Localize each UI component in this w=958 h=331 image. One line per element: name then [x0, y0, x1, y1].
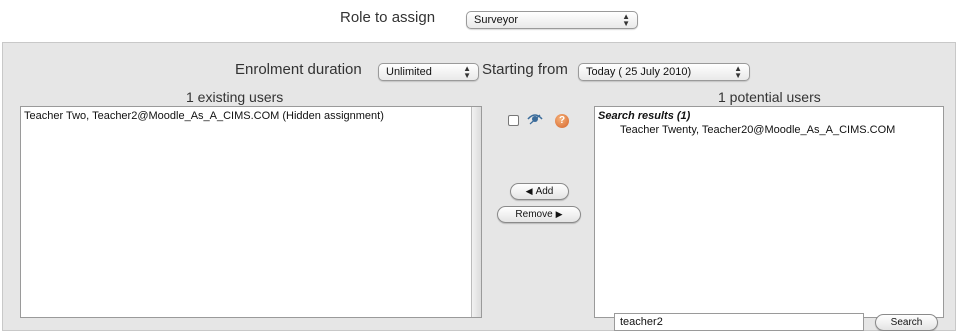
search-button-label: Search [890, 317, 923, 328]
potential-users-list[interactable]: Search results (1) Teacher Twenty, Teach… [594, 106, 944, 318]
updown-arrows-icon: ▲ ▼ [463, 64, 471, 80]
add-button-label: Add [535, 186, 554, 197]
search-input[interactable]: teacher2 [614, 313, 864, 331]
help-icon[interactable]: ? [555, 114, 569, 128]
enrolment-duration-label: Enrolment duration [235, 61, 362, 78]
search-results-group-label: Search results (1) [598, 110, 691, 122]
hidden-assignment-checkbox[interactable] [508, 115, 519, 126]
list-item[interactable]: Teacher Twenty, Teacher20@Moodle_As_A_CI… [620, 124, 895, 136]
starting-from-select[interactable]: Today ( 25 July 2010) ▲ ▼ [578, 63, 750, 81]
role-select-value: Surveyor [474, 14, 519, 26]
add-button[interactable]: ◀ Add [510, 183, 569, 200]
existing-users-list[interactable]: Teacher Two, Teacher2@Moodle_As_A_CIMS.C… [20, 106, 482, 318]
right-arrow-icon: ▶ [555, 209, 563, 219]
search-button[interactable]: Search [875, 314, 938, 331]
updown-arrows-icon: ▲ ▼ [734, 64, 742, 80]
search-input-value: teacher2 [620, 316, 663, 328]
role-label: Role to assign [340, 9, 436, 26]
left-arrow-icon: ◀ [525, 186, 533, 196]
starting-from-value: Today ( 25 July 2010) [586, 66, 692, 78]
role-select[interactable]: Surveyor ▲ ▼ [466, 11, 638, 29]
existing-users-scrollbar[interactable] [471, 107, 481, 317]
list-item[interactable]: Teacher Two, Teacher2@Moodle_As_A_CIMS.C… [24, 110, 384, 122]
updown-arrows-icon: ▲ ▼ [622, 12, 630, 28]
remove-button-label: Remove [515, 209, 553, 220]
enrolment-duration-select[interactable]: Unlimited ▲ ▼ [378, 63, 479, 81]
existing-users-header: 1 existing users [186, 89, 284, 105]
potential-users-header: 1 potential users [718, 89, 821, 105]
enrolment-duration-value: Unlimited [386, 66, 432, 78]
eye-icon [527, 110, 543, 131]
remove-button[interactable]: Remove ▶ [497, 206, 581, 223]
starting-from-label: Starting from [482, 61, 568, 78]
